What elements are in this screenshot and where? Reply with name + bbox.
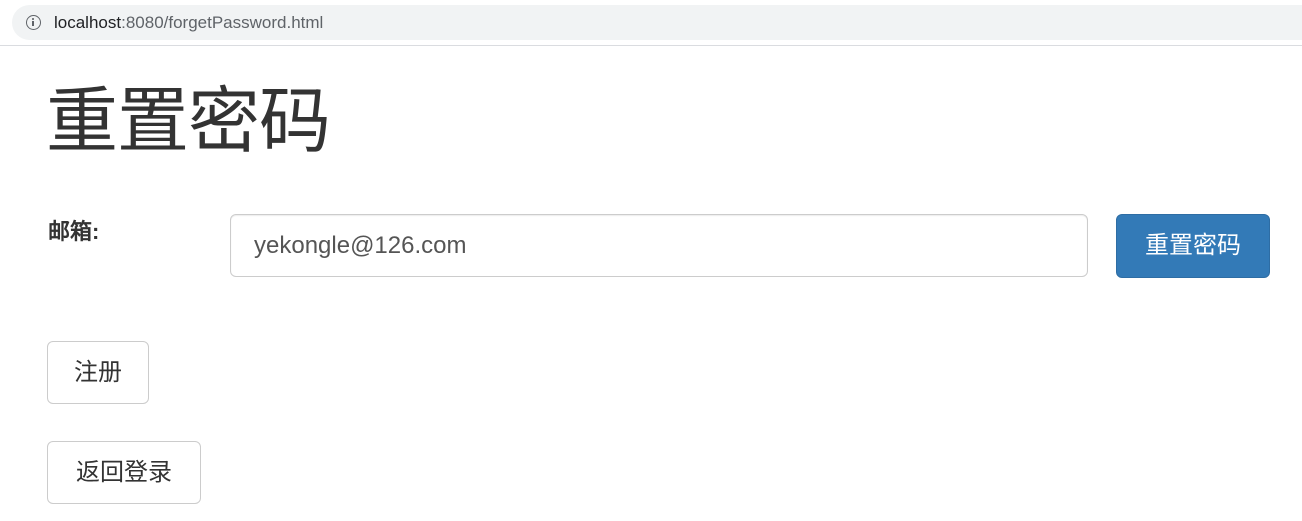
email-input[interactable] — [230, 214, 1088, 277]
register-button[interactable]: 注册 — [47, 341, 149, 404]
info-icon[interactable] — [26, 15, 41, 30]
page-title: 重置密码 — [46, 82, 331, 162]
browser-address-bar: localhost:8080/forgetPassword.html — [0, 0, 1302, 46]
url-field[interactable]: localhost:8080/forgetPassword.html — [12, 5, 1302, 40]
email-label: 邮箱: — [48, 219, 100, 244]
reset-password-button[interactable]: 重置密码 — [1116, 214, 1270, 278]
back-to-login-button[interactable]: 返回登录 — [47, 441, 201, 504]
url-path: :8080/forgetPassword.html — [121, 13, 324, 32]
url-text[interactable]: localhost:8080/forgetPassword.html — [54, 13, 323, 33]
url-host: localhost — [54, 13, 122, 32]
